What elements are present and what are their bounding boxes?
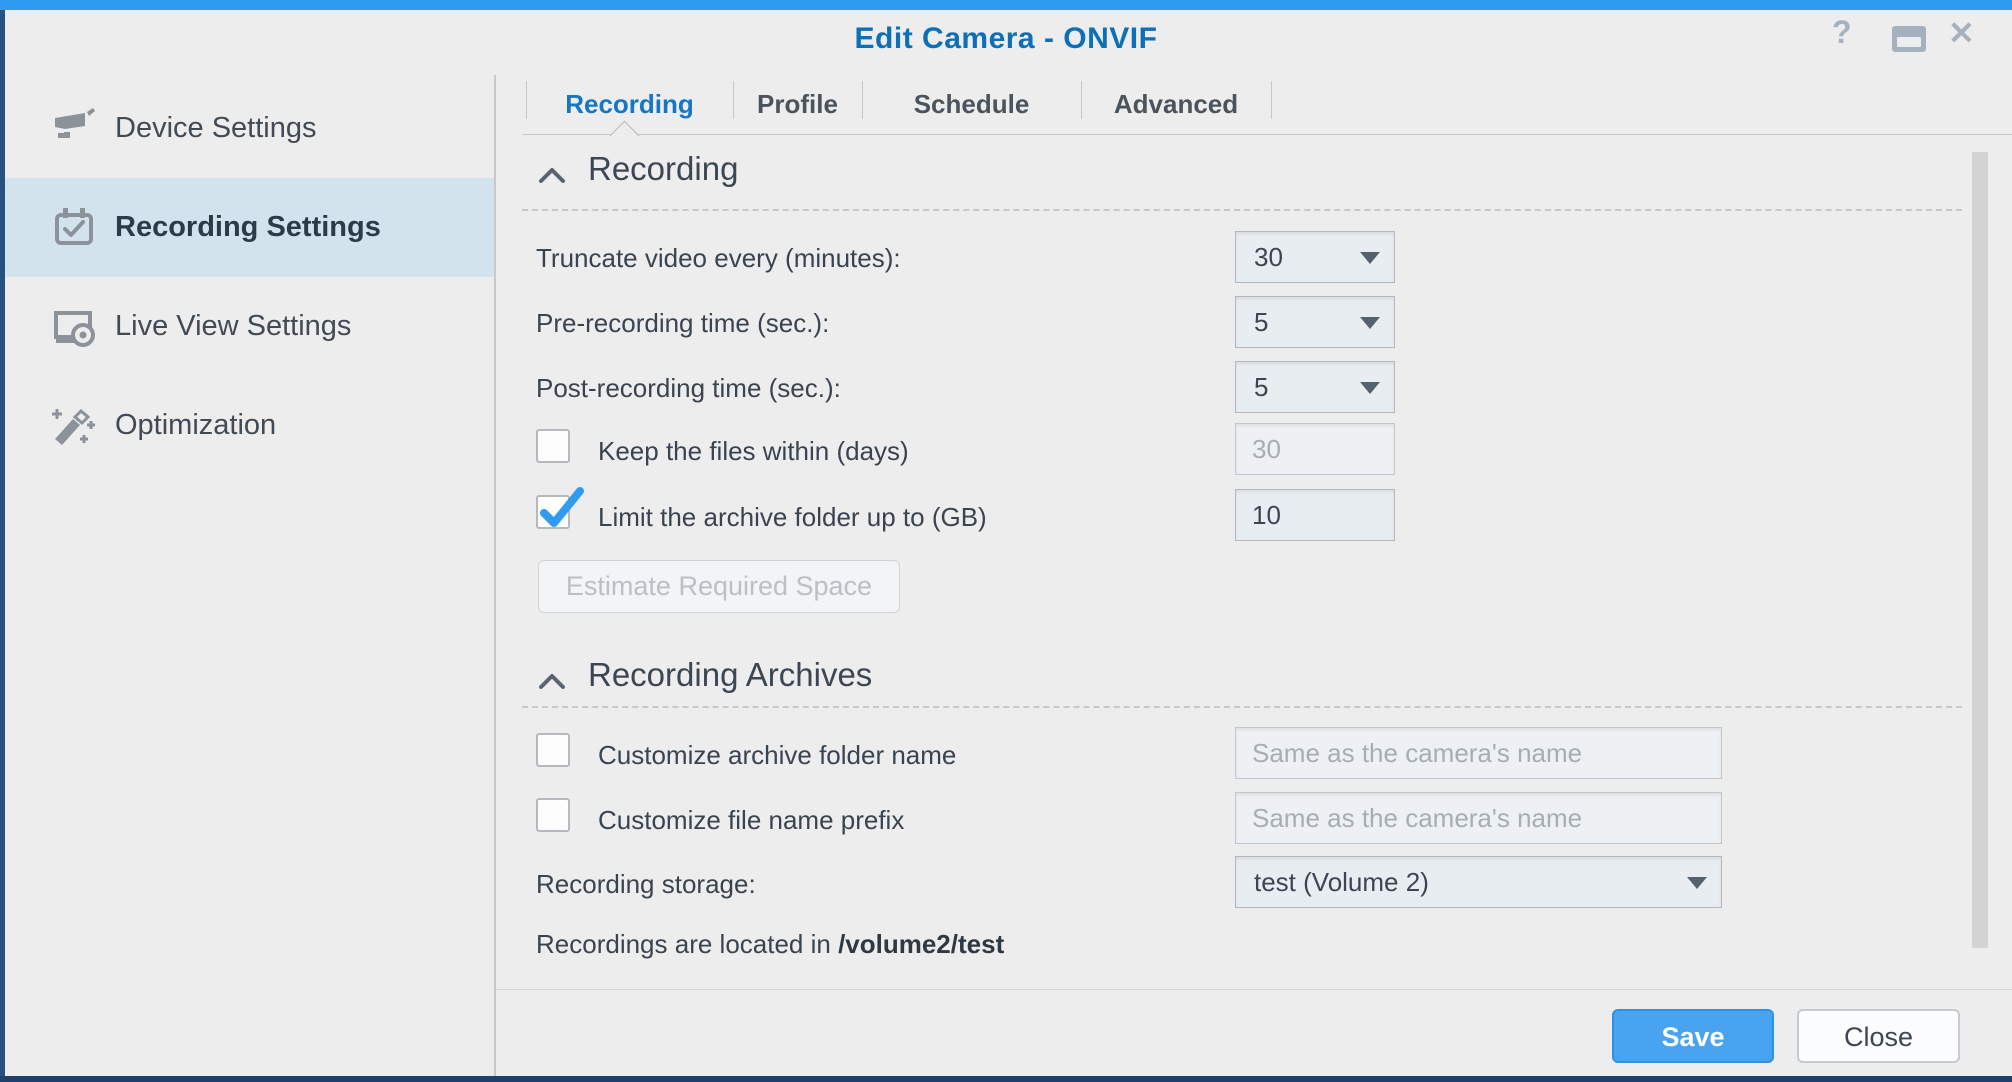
tab-schedule[interactable]: Schedule [862,75,1081,134]
section-divider [522,209,1962,211]
sidebar-item-recording-settings[interactable]: Recording Settings [5,178,494,277]
storage-select[interactable]: test (Volume 2) [1235,856,1722,908]
dropdown-arrow-icon [1360,252,1380,264]
maximize-icon[interactable] [1892,26,1926,52]
pre-recording-select[interactable]: 5 [1235,296,1395,348]
post-recording-value: 5 [1254,362,1268,412]
tab-advanced[interactable]: Advanced [1081,75,1271,134]
dropdown-arrow-icon [1360,382,1380,394]
location-note-prefix: Recordings are located in [536,929,838,959]
section-title-recording: Recording [588,150,738,188]
window-bottom-border [0,1076,2012,1082]
dialog-title: Edit Camera - ONVIF [0,22,2012,56]
keep-files-checkbox[interactable] [536,429,570,463]
keep-files-input [1235,423,1395,475]
limit-archive-input[interactable] [1235,489,1395,541]
help-icon[interactable]: ? [1832,14,1852,51]
close-icon[interactable]: ✕ [1948,14,1975,52]
tab-separator [862,81,863,119]
section-title-recording-archives: Recording Archives [588,656,872,694]
camera-icon [51,106,97,152]
limit-archive-checkbox[interactable] [536,495,570,529]
chevron-up-icon[interactable] [538,166,566,184]
desktop-top-strip [0,0,2012,10]
customize-prefix-label: Customize file name prefix [598,805,904,836]
tab-separator [1081,81,1082,119]
storage-value: test (Volume 2) [1254,857,1429,907]
sidebar-item-label: Optimization [115,409,276,442]
sidebar-item-device-settings[interactable]: Device Settings [5,79,494,178]
sidebar-item-label: Live View Settings [115,310,351,343]
location-note-path: /volume2/test [838,929,1004,959]
section-divider [522,706,1962,708]
monitor-camera-icon [51,304,97,350]
footer-divider [496,989,2012,990]
close-button[interactable]: Close [1797,1009,1960,1063]
storage-label: Recording storage: [536,869,756,900]
settings-sidebar: Device Settings Recording Settings Live … [5,75,494,1076]
customize-prefix-checkbox[interactable] [536,798,570,832]
customize-folder-label: Customize archive folder name [598,740,956,771]
edit-camera-dialog: Edit Camera - ONVIF ? ✕ Device Settings … [0,0,2012,1082]
tab-separator [1271,81,1272,119]
sidebar-item-label: Recording Settings [115,211,381,244]
dropdown-arrow-icon [1360,317,1380,329]
estimate-required-space-button[interactable]: Estimate Required Space [538,560,900,613]
dropdown-arrow-icon [1687,877,1707,889]
save-button[interactable]: Save [1612,1009,1774,1063]
location-note: Recordings are located in /volume2/test [536,929,1004,960]
customize-folder-input [1235,727,1722,779]
truncate-value: 30 [1254,232,1283,282]
sidebar-divider [494,75,496,1076]
pre-recording-label: Pre-recording time (sec.): [536,308,829,339]
sidebar-item-live-view-settings[interactable]: Live View Settings [5,277,494,376]
tab-divider-line [522,134,2012,135]
tab-separator [526,81,527,119]
tab-separator [733,81,734,119]
post-recording-select[interactable]: 5 [1235,361,1395,413]
tab-profile[interactable]: Profile [733,75,862,134]
customize-prefix-input [1235,792,1722,844]
keep-files-label: Keep the files within (days) [598,436,909,467]
calendar-check-icon [51,205,97,251]
vertical-scrollbar-thumb[interactable] [1972,152,1988,948]
sidebar-item-label: Device Settings [115,112,317,145]
post-recording-label: Post-recording time (sec.): [536,373,841,404]
truncate-select[interactable]: 30 [1235,231,1395,283]
checkmark-icon [536,483,588,531]
customize-folder-checkbox[interactable] [536,733,570,767]
limit-archive-label: Limit the archive folder up to (GB) [598,502,987,533]
truncate-label: Truncate video every (minutes): [536,243,901,274]
sidebar-item-optimization[interactable]: Optimization [5,376,494,475]
pre-recording-value: 5 [1254,297,1268,347]
chevron-up-icon[interactable] [538,672,566,690]
magic-wand-icon [51,403,97,449]
